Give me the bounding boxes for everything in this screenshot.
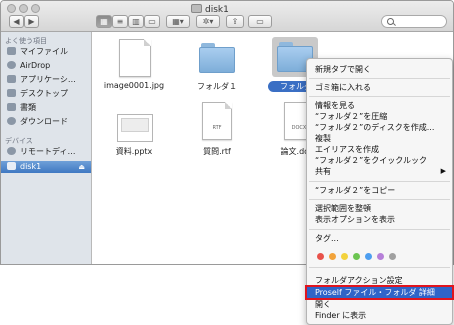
desktop-icon <box>7 89 16 97</box>
tag-color-dot[interactable] <box>353 253 360 260</box>
devices-heading: デバイス <box>5 137 33 145</box>
disk-icon <box>7 162 16 170</box>
zoom-window-button[interactable] <box>31 4 40 13</box>
menu-item-copy[interactable]: “フォルダ２”をコピー <box>307 185 452 196</box>
menu-item-get-info[interactable]: 情報を見る <box>307 100 452 111</box>
forward-button[interactable]: ▶ <box>24 15 39 28</box>
close-window-button[interactable] <box>7 4 16 13</box>
sidebar-item-airdrop[interactable]: AirDrop <box>7 60 89 72</box>
menu-separator <box>309 267 450 268</box>
menu-separator <box>309 96 450 97</box>
documents-icon <box>7 103 16 111</box>
disk-icon <box>191 4 202 13</box>
share-button[interactable]: ⇪ <box>226 15 244 28</box>
file-item[interactable]: 資料.pptx <box>99 106 169 162</box>
chevron-left-icon: ◀ <box>13 17 20 26</box>
tag-color-dot[interactable] <box>377 253 384 260</box>
tag-icon: ▭ <box>256 17 264 26</box>
coverflow-view-button[interactable]: ▭ <box>144 15 160 28</box>
sidebar: よく使う項目 マイファイル AirDrop アプリケーシ… デスクトップ 書類 … <box>1 32 92 264</box>
menu-item-show-view-options[interactable]: 表示オプションを表示 <box>307 214 452 225</box>
sidebar-item-remote-disc[interactable]: リモートディ… <box>7 146 89 158</box>
downloads-icon <box>7 117 16 125</box>
file-item[interactable]: RTF 質問.rtf <box>182 102 252 162</box>
tag-color-dot[interactable] <box>341 253 348 260</box>
column-view-button[interactable]: ▥ <box>128 15 144 28</box>
icon-view-icon: ▦ <box>100 17 108 26</box>
file-name: 資料.pptx <box>115 147 153 156</box>
menu-item-burn-to-disc[interactable]: “フォルダ２”のディスクを作成... <box>307 122 452 133</box>
applications-icon <box>7 75 16 83</box>
sidebar-item-all-files[interactable]: マイファイル <box>7 46 89 58</box>
tag-color-dot[interactable] <box>317 253 324 260</box>
menu-item-proself-details[interactable]: Proself ファイル・フォルダ 詳細 <box>305 285 454 300</box>
menu-item-folder-actions-setup[interactable]: フォルダアクション設定 <box>307 275 452 286</box>
tag-color-dot[interactable] <box>329 253 336 260</box>
airdrop-icon <box>7 61 16 69</box>
arrange-icon: ▦▾ <box>172 17 184 26</box>
tag-color-dot[interactable] <box>389 253 396 260</box>
file-item[interactable]: image0001.jpg <box>99 37 169 99</box>
file-name: 質問.rtf <box>203 147 231 156</box>
window-title-text: disk1 <box>205 5 229 15</box>
remote-disc-icon <box>7 147 16 155</box>
back-button[interactable]: ◀ <box>9 15 24 28</box>
sidebar-item-applications[interactable]: アプリケーシ… <box>7 74 89 86</box>
list-view-icon: ≡ <box>116 17 124 26</box>
arrange-button[interactable]: ▦▾ <box>166 15 190 28</box>
folder-item[interactable]: フォルダ１ <box>182 37 252 99</box>
column-view-icon: ▥ <box>132 17 140 26</box>
context-menu: 新規タブで開く ゴミ箱に入れる 情報を見る “フォルダ２”を圧縮 “フォルダ２”… <box>305 58 454 325</box>
menu-item-clean-up-selection[interactable]: 選択範囲を整頓 <box>307 203 452 214</box>
folder-name: フォルダ１ <box>197 82 237 91</box>
presentation-file-icon <box>117 114 153 142</box>
title-bar: disk1 ◀ ▶ ▦ ≡ ▥ ▭ ▦▾ ✲▾ ⇪ ▭ <box>1 1 453 32</box>
folder-icon <box>199 43 235 73</box>
menu-item-share[interactable]: 共有 ▶ <box>307 166 452 177</box>
menu-item-tags[interactable]: タグ... <box>307 233 452 244</box>
coverflow-view-icon: ▭ <box>148 17 156 26</box>
gear-icon: ✲▾ <box>202 17 214 26</box>
window-title: disk1 <box>191 4 229 15</box>
menu-item-open-in-new-tab[interactable]: 新規タブで開く <box>307 64 452 75</box>
menu-separator <box>309 229 450 230</box>
menu-item-make-alias[interactable]: エイリアスを作成 <box>307 144 452 155</box>
sidebar-item-documents[interactable]: 書類 <box>7 102 89 114</box>
eject-icon[interactable]: ⏏ <box>78 161 85 173</box>
rtf-file-icon: RTF <box>202 102 232 140</box>
menu-separator <box>309 199 450 200</box>
chevron-right-icon: ▶ <box>28 17 35 26</box>
icon-view-button[interactable]: ▦ <box>96 15 112 28</box>
submenu-arrow-icon: ▶ <box>440 167 446 175</box>
menu-item-duplicate[interactable]: 複製 <box>307 133 452 144</box>
menu-separator <box>309 181 450 182</box>
favorites-heading: よく使う項目 <box>5 37 47 45</box>
minimize-window-button[interactable] <box>19 4 28 13</box>
all-files-icon <box>7 47 16 55</box>
tags-button[interactable]: ▭ <box>248 15 272 28</box>
menu-separator <box>309 78 450 79</box>
image-file-icon <box>119 39 151 77</box>
sidebar-item-downloads[interactable]: ダウンロード <box>7 116 89 128</box>
search-input[interactable] <box>381 15 447 28</box>
file-name: image0001.jpg <box>103 81 165 90</box>
sidebar-item-desktop[interactable]: デスクトップ <box>7 88 89 100</box>
menu-item-open[interactable]: 開く <box>307 299 452 310</box>
menu-item-move-to-trash[interactable]: ゴミ箱に入れる <box>307 82 452 93</box>
action-button[interactable]: ✲▾ <box>196 15 220 28</box>
list-view-button[interactable]: ≡ <box>112 15 128 28</box>
tag-color-dot[interactable] <box>365 253 372 260</box>
menu-item-compress[interactable]: “フォルダ２”を圧縮 <box>307 111 452 122</box>
menu-item-quick-look[interactable]: “フォルダ２”をクイックルック <box>307 155 452 166</box>
sidebar-item-disk1[interactable]: disk1 ⏏ <box>1 161 91 173</box>
menu-item-show-in-finder[interactable]: Finder に表示 <box>307 310 452 321</box>
share-icon: ⇪ <box>231 17 239 26</box>
